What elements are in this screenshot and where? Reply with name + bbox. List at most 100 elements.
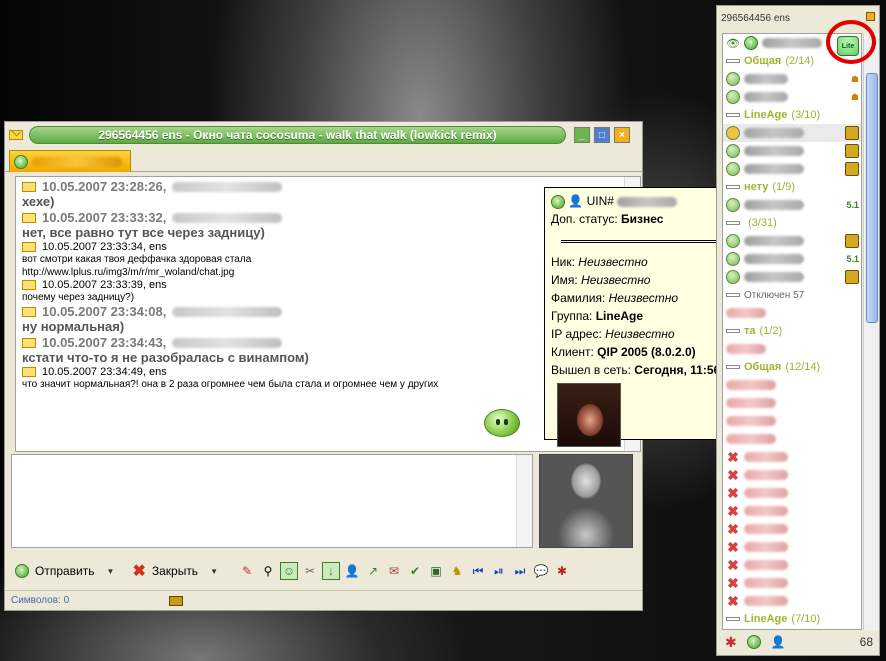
list-item[interactable] (723, 304, 861, 322)
list-item[interactable]: ✖ (723, 574, 861, 592)
list-item[interactable]: ☗ (723, 70, 861, 88)
input-scrollbar[interactable] (516, 455, 532, 547)
contact-list-scrollbar[interactable] (863, 33, 879, 630)
list-item[interactable] (723, 124, 861, 142)
offline-cross-icon: ✖ (727, 520, 739, 537)
contact-list[interactable]: 👁 ↑ Общая (2/14) ☗ ☗ LineAge (3/10) нету… (722, 33, 862, 630)
find-user-icon[interactable]: 👤 (771, 635, 786, 649)
envelope-icon (22, 367, 36, 377)
status-face-icon (726, 162, 740, 176)
name-value: Неизвестно (581, 273, 651, 287)
smiles-icon[interactable]: ☺ (279, 562, 298, 580)
scrollbar-thumb[interactable] (866, 73, 878, 323)
list-item[interactable] (723, 232, 861, 250)
history-icon[interactable]: ✎ (238, 562, 256, 580)
antispam-icon[interactable]: ✱ (553, 562, 571, 580)
play-pause-icon[interactable]: ⏯ (490, 562, 508, 580)
status-face-icon (726, 144, 740, 158)
prev-track-icon[interactable]: ⏮ (469, 562, 487, 580)
list-item[interactable] (723, 268, 861, 286)
group-header[interactable]: Отключен 57 (723, 286, 861, 304)
list-item[interactable]: ☗ (723, 88, 861, 106)
chat-tabbar: ↑ (5, 148, 642, 172)
list-item[interactable] (723, 430, 861, 448)
list-item[interactable]: ✖ (723, 520, 861, 538)
search-icon[interactable]: ⚲ (259, 562, 277, 580)
eye-icon: 👁 (726, 37, 740, 50)
message-input[interactable] (11, 454, 533, 548)
online-since-value: Сегодня, 11:56 (634, 363, 721, 377)
minimize-button[interactable]: _ (574, 127, 590, 143)
tab-contact[interactable]: ↑ (9, 150, 131, 172)
client-icon: ☗ (850, 91, 859, 102)
status-face-icon (726, 90, 740, 104)
list-item[interactable] (723, 376, 861, 394)
list-item[interactable]: 5.1 (723, 250, 861, 268)
list-item[interactable]: ✖ (723, 556, 861, 574)
status-online-icon: ↑ (551, 195, 565, 209)
check-icon[interactable]: ✔ (406, 562, 424, 580)
envelope-icon (22, 337, 36, 348)
group-value: LineAge (595, 309, 644, 323)
offline-cross-icon: ✖ (727, 466, 739, 483)
receive-arrow-icon[interactable]: ↓ (321, 562, 340, 580)
offline-cross-icon: ✖ (727, 538, 739, 555)
ip-label: IP адрес: (551, 327, 602, 341)
tab-contact-name-blurred (32, 156, 122, 167)
user-icon: 👤 (568, 194, 584, 208)
envelope-icon (22, 181, 36, 192)
name-label: Имя: (551, 273, 578, 287)
list-item[interactable]: 5.1 (723, 196, 861, 214)
tooltip-divider (561, 240, 736, 243)
group-header[interactable]: (3/31) (723, 214, 861, 232)
tools-icon[interactable]: ✂ (301, 562, 319, 580)
send-arrow-icon: ↑ (15, 564, 29, 578)
close-contact-list-button[interactable] (866, 12, 875, 21)
group-header[interactable]: нету (1/9) (723, 178, 861, 196)
ip-value: Неизвестно (605, 327, 675, 341)
list-item[interactable] (723, 412, 861, 430)
list-item[interactable] (723, 160, 861, 178)
status-face-icon (726, 126, 740, 140)
status-online-icon[interactable]: ↑ (746, 635, 761, 649)
send-button[interactable]: ↑ Отправить ▼ (9, 560, 120, 582)
list-item[interactable] (723, 142, 861, 160)
maximize-button[interactable]: □ (594, 127, 610, 143)
winamp-icon[interactable]: ♞ (448, 562, 466, 580)
image-icon[interactable]: ▣ (427, 562, 445, 580)
group-header[interactable]: Общая (12/14) (723, 358, 861, 376)
list-item[interactable]: ✖ (723, 448, 861, 466)
contact-list-bottombar: ✱ ↑ 👤 68 (717, 629, 879, 655)
contacts-icon[interactable]: ✉ (385, 562, 403, 580)
close-chat-button[interactable]: ✖ Закрыть ▼ (126, 560, 224, 582)
list-item[interactable]: ✖ (723, 592, 861, 610)
status-online-icon: ↑ (14, 154, 28, 169)
list-item[interactable]: ✖ (723, 466, 861, 484)
list-item[interactable]: ✖ (723, 502, 861, 520)
list-item[interactable] (723, 394, 861, 412)
chat-bubble-icon[interactable]: 💬 (532, 562, 550, 580)
group-label: Группа: (551, 309, 593, 323)
contact-photo (557, 383, 621, 447)
close-window-button[interactable]: × (614, 127, 630, 143)
user-info-icon[interactable]: 👤 (343, 562, 361, 580)
group-header[interactable]: та (1/2) (723, 322, 861, 340)
envelope-icon (9, 130, 23, 140)
next-track-icon[interactable]: ⏭ (511, 562, 529, 580)
list-item[interactable]: ✖ (723, 538, 861, 556)
chat-title: 296564456 ens - Окно чата cocosuma - wal… (29, 126, 566, 144)
main-menu-icon[interactable]: ✱ (725, 634, 737, 651)
client-icon: ☗ (850, 73, 859, 84)
nick-value: Неизвестно (578, 255, 648, 269)
offline-cross-icon: ✖ (727, 502, 739, 519)
group-header[interactable]: LineAge (3/10) (723, 106, 861, 124)
list-item[interactable]: ✖ (723, 484, 861, 502)
chat-titlebar[interactable]: 296564456 ens - Окно чата cocosuma - wal… (5, 122, 642, 148)
group-header[interactable]: LineAge (7/10) (723, 610, 861, 628)
dropdown-arrow-icon[interactable]: ▼ (210, 567, 218, 576)
dropdown-arrow-icon[interactable]: ▼ (107, 567, 115, 576)
forward-icon[interactable]: ↗ (364, 562, 382, 580)
envelope-icon (22, 306, 36, 317)
list-item[interactable] (723, 340, 861, 358)
keyboard-layout-icon[interactable] (169, 595, 184, 606)
